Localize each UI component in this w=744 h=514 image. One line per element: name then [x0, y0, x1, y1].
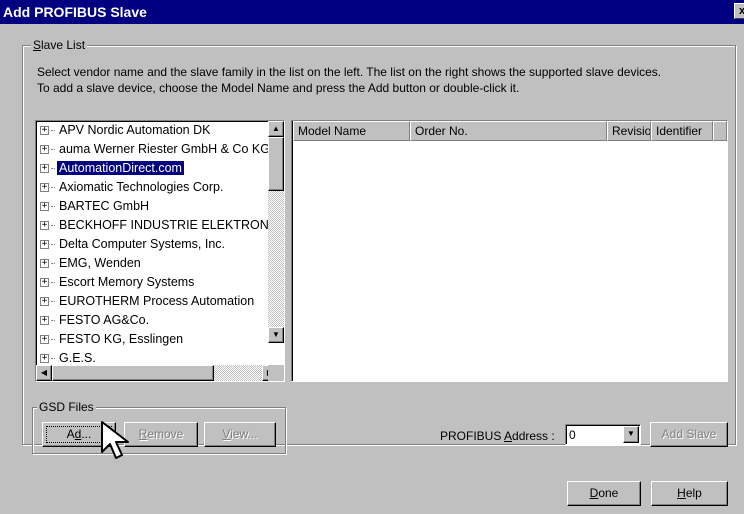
plus-box-icon[interactable]: + [40, 278, 49, 288]
vendor-tree-vertical-scrollbar[interactable]: ▲ ▼ [268, 121, 284, 343]
vendor-item[interactable]: + APV Nordic Automation DK [40, 121, 280, 140]
plus-box-icon[interactable]: + [40, 240, 49, 250]
help-button[interactable]: Help [651, 481, 728, 506]
profibus-address-value: 0 [569, 428, 576, 442]
plus-box-icon[interactable]: + [40, 297, 49, 307]
device-list[interactable]: Model Name Order No. Revision Identifier [291, 120, 728, 382]
vendor-item[interactable]: + BARTEC GmbH [40, 197, 280, 216]
slave-list-group-title: Slave List [31, 37, 88, 53]
title-bar[interactable]: Add PROFIBUS Slave x [0, 0, 744, 24]
plus-box-icon[interactable]: + [40, 183, 49, 193]
vendor-item[interactable]: + FESTO KG, Esslingen [40, 330, 280, 349]
plus-box-icon[interactable]: + [40, 259, 49, 269]
scrollbar-corner [268, 365, 284, 381]
column-identifier[interactable]: Identifier [651, 121, 713, 141]
column-order-no[interactable]: Order No. [410, 121, 607, 141]
gsd-files-group-title: GSD Files [37, 399, 96, 415]
view-gsd-button[interactable]: View... [204, 422, 276, 447]
plus-box-icon[interactable]: + [40, 354, 49, 364]
vendor-item-selected[interactable]: + AutomationDirect.com [40, 159, 280, 178]
vendor-item[interactable]: + Escort Memory Systems [40, 273, 280, 292]
plus-box-icon[interactable]: + [40, 202, 49, 212]
scroll-up-arrow-icon[interactable]: ▲ [268, 121, 284, 137]
vendor-item[interactable]: + FESTO AG&Co. [40, 311, 280, 330]
column-filler [713, 121, 727, 141]
vendor-item[interactable]: + EMG, Wenden [40, 254, 280, 273]
plus-box-icon[interactable]: + [40, 221, 49, 231]
profibus-address-combo[interactable]: 0 ▼ [565, 424, 641, 445]
done-button[interactable]: Done [567, 481, 641, 506]
add-profibus-slave-dialog: Add PROFIBUS Slave x Slave List Select v… [0, 0, 744, 514]
instructions: Select vendor name and the slave family … [37, 64, 737, 96]
close-button[interactable]: x [734, 3, 744, 19]
profibus-address-label: PROFIBUS Address : [440, 429, 555, 443]
dropdown-arrow-icon[interactable]: ▼ [623, 426, 639, 443]
plus-box-icon[interactable]: + [40, 335, 49, 345]
plus-box-icon[interactable]: + [40, 126, 49, 136]
plus-box-icon[interactable]: + [40, 164, 49, 174]
vendor-tree[interactable]: + APV Nordic Automation DK + auma Werner R… [35, 120, 285, 382]
vendor-item[interactable]: + Delta Computer Systems, Inc. [40, 235, 280, 254]
vendor-item[interactable]: + auma Werner Riester GmbH & Co KG [40, 140, 280, 159]
mouse-pointer-icon [101, 421, 129, 459]
instructions-line-2: To add a slave device, choose the Model … [37, 81, 520, 95]
column-revision[interactable]: Revision [607, 121, 651, 141]
vertical-scroll-thumb[interactable] [268, 137, 284, 191]
plus-box-icon[interactable]: + [40, 316, 49, 326]
vendor-item[interactable]: + BECKHOFF INDUSTRIE ELEKTRONIK [40, 216, 280, 235]
vendor-item[interactable]: + Axiomatic Technologies Corp. [40, 178, 280, 197]
vendor-item[interactable]: + EUROTHERM Process Automation [40, 292, 280, 311]
plus-box-icon[interactable]: + [40, 145, 49, 155]
column-model-name[interactable]: Model Name [293, 121, 410, 141]
scroll-left-arrow-icon[interactable]: ◀ [36, 365, 52, 381]
window-title: Add PROFIBUS Slave [3, 4, 147, 20]
horizontal-scroll-thumb[interactable] [52, 365, 214, 381]
instructions-line-1: Select vendor name and the slave family … [37, 65, 662, 79]
vendor-tree-horizontal-scrollbar[interactable]: ◀ ▶ [36, 365, 278, 381]
scroll-down-arrow-icon[interactable]: ▼ [268, 327, 284, 343]
add-slave-button[interactable]: Add Slave [650, 422, 728, 447]
